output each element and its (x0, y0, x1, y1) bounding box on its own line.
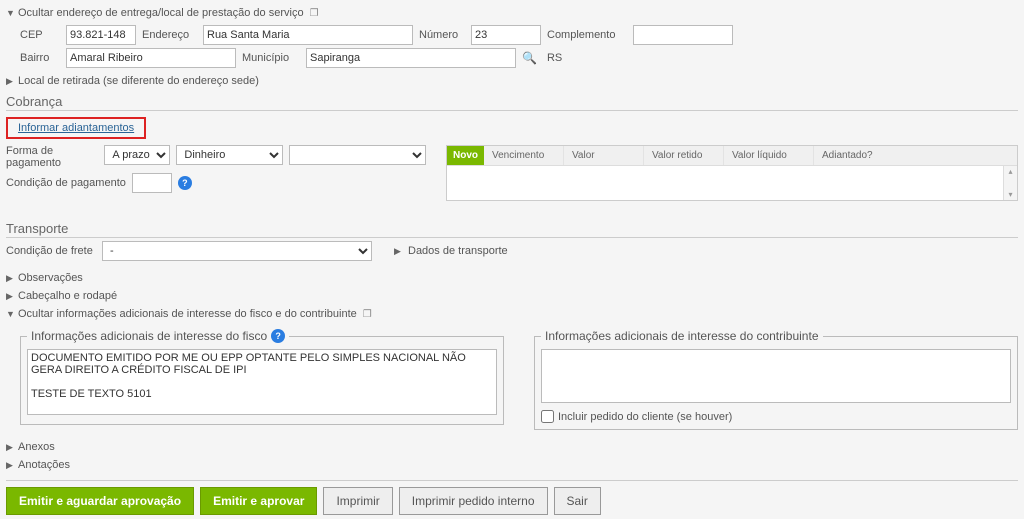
info-adicionais-label: Ocultar informações adicionais de intere… (18, 308, 357, 320)
observacoes-toggle[interactable]: Observações (6, 269, 1018, 287)
contribuinte-fieldset: Informações adicionais de interesse do c… (534, 329, 1018, 430)
help-icon[interactable]: ? (178, 176, 192, 190)
cep-label: CEP (20, 29, 60, 41)
uf-label: RS (547, 52, 562, 64)
condicao-pagamento-input[interactable] (132, 173, 172, 193)
contribuinte-legend: Informações adicionais de interesse do c… (545, 329, 819, 343)
scroll-down-icon: ▾ (1008, 190, 1012, 199)
emitir-aguardar-button[interactable]: Emitir e aguardar aprovação (6, 487, 194, 515)
fisco-textarea[interactable] (27, 349, 497, 415)
forma-pagamento-select-3[interactable] (289, 145, 426, 165)
transport-title: Transporte (6, 221, 1018, 238)
anotacoes-label: Anotações (18, 459, 70, 471)
sair-button[interactable]: Sair (554, 487, 601, 515)
chevron-right-icon (394, 246, 402, 257)
col-valor-liquido: Valor líquido (724, 146, 814, 165)
address-panel-title: Ocultar endereço de entrega/local de pre… (18, 7, 304, 19)
fisco-fieldset: Informações adicionais de interesse do f… (20, 329, 504, 425)
chevron-right-icon (6, 442, 14, 453)
copy-icon[interactable]: ❐ (363, 309, 372, 320)
contribuinte-textarea[interactable] (541, 349, 1011, 403)
cep-input[interactable] (66, 25, 136, 45)
endereco-input[interactable] (203, 25, 413, 45)
forma-pagamento-select-1[interactable]: A prazo (104, 145, 170, 165)
endereco-label: Endereço (142, 29, 197, 41)
address-panel-toggle[interactable]: Ocultar endereço de entrega/local de pre… (6, 4, 1018, 22)
frete-label: Condição de frete (6, 245, 96, 257)
incluir-pedido-label: Incluir pedido do cliente (se houver) (558, 411, 732, 423)
chevron-down-icon (6, 309, 14, 319)
action-bar: Emitir e aguardar aprovação Emitir e apr… (6, 480, 1018, 515)
fisco-legend: Informações adicionais de interesse do f… (31, 329, 267, 343)
forma-pagamento-select-2[interactable]: Dinheiro (176, 145, 282, 165)
scroll-up-icon: ▴ (1008, 167, 1012, 176)
bairro-input[interactable] (66, 48, 236, 68)
anexos-label: Anexos (18, 441, 55, 453)
chevron-right-icon (6, 460, 14, 471)
incluir-pedido-checkbox[interactable] (541, 410, 554, 423)
chevron-down-icon (6, 8, 14, 18)
cabecalho-rodape-toggle[interactable]: Cabeçalho e rodapé (6, 287, 1018, 305)
col-valor-retido: Valor retido (644, 146, 724, 165)
forma-pagamento-label: Forma de pagamento (6, 145, 98, 169)
search-icon[interactable]: 🔍 (522, 51, 537, 65)
chevron-right-icon (6, 291, 14, 302)
help-icon[interactable]: ? (271, 329, 285, 343)
chevron-right-icon (6, 273, 14, 284)
payments-grid: Novo Vencimento Valor Valor retido Valor… (446, 145, 1018, 201)
complemento-input[interactable] (633, 25, 733, 45)
informar-adiantamentos-link[interactable]: Informar adiantamentos (6, 117, 146, 139)
col-valor: Valor (564, 146, 644, 165)
condicao-pagamento-label: Condição de pagamento (6, 177, 126, 189)
col-vencimento: Vencimento (484, 146, 564, 165)
bairro-label: Bairro (20, 52, 60, 64)
pickup-label: Local de retirada (se diferente do ender… (18, 75, 259, 87)
observacoes-label: Observações (18, 272, 83, 284)
imprimir-interno-button[interactable]: Imprimir pedido interno (399, 487, 548, 515)
complemento-label: Complemento (547, 29, 627, 41)
info-adicionais-toggle[interactable]: Ocultar informações adicionais de intere… (6, 305, 1018, 323)
emitir-aprovar-button[interactable]: Emitir e aprovar (200, 487, 317, 515)
dados-transporte-link[interactable]: Dados de transporte (408, 245, 508, 257)
col-adiantado: Adiantado? (814, 146, 1017, 165)
grid-scrollbar[interactable]: ▴ ▾ (1003, 166, 1017, 200)
anotacoes-toggle[interactable]: Anotações (6, 456, 1018, 474)
frete-select[interactable]: - (102, 241, 372, 261)
anexos-toggle[interactable]: Anexos (6, 438, 1018, 456)
numero-input[interactable] (471, 25, 541, 45)
imprimir-button[interactable]: Imprimir (323, 487, 392, 515)
chevron-right-icon (6, 76, 14, 87)
billing-title: Cobrança (6, 94, 1018, 111)
pickup-toggle[interactable]: Local de retirada (se diferente do ender… (6, 72, 1018, 90)
novo-button[interactable]: Novo (447, 146, 484, 165)
municipio-input[interactable] (306, 48, 516, 68)
copy-icon[interactable]: ❐ (310, 8, 319, 19)
numero-label: Número (419, 29, 465, 41)
municipio-label: Município (242, 52, 300, 64)
cabecalho-rodape-label: Cabeçalho e rodapé (18, 290, 117, 302)
